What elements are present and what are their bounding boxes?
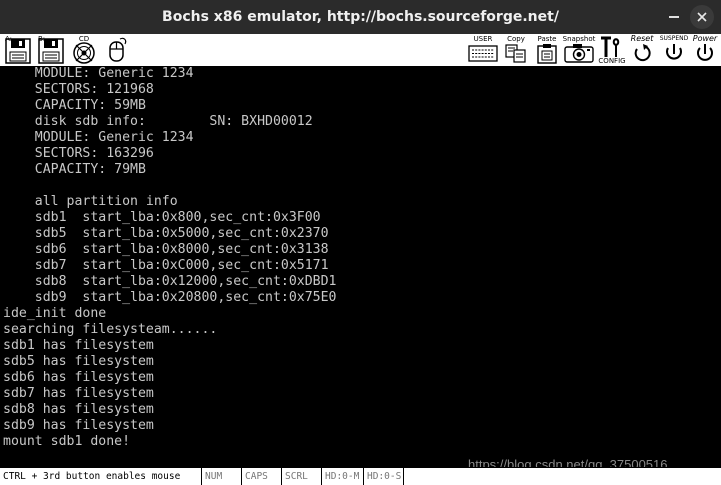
floppy-a-label: A: bbox=[5, 35, 13, 43]
close-button[interactable] bbox=[690, 5, 714, 29]
console-output: MODULE: Generic 1234 SECTORS: 121968 CAP… bbox=[3, 67, 336, 450]
console-line: sdb8 start_lba:0x12000,sec_cnt:0xDBD1 bbox=[3, 274, 337, 289]
paste-icon bbox=[537, 44, 557, 64]
copy-button[interactable]: Copy bbox=[502, 35, 530, 65]
console-line: sdb6 has filesystem bbox=[3, 370, 154, 385]
close-icon bbox=[697, 12, 707, 22]
console-line: CAPACITY: 59MB bbox=[3, 98, 146, 113]
emulator-screen[interactable]: MODULE: Generic 1234 SECTORS: 121968 CAP… bbox=[0, 67, 721, 467]
mouse-hint: CTRL + 3rd button enables mouse bbox=[0, 468, 202, 485]
user-button[interactable]: USER bbox=[467, 35, 499, 65]
console-line: disk sdb info: SN: BXHD00012 bbox=[3, 114, 313, 129]
console-line: CAPACITY: 79MB bbox=[3, 162, 146, 177]
console-line: mount sdb1 done! bbox=[3, 434, 131, 449]
hd0-master-indicator: HD:0-M bbox=[322, 468, 364, 485]
reset-icon bbox=[634, 44, 651, 62]
console-line: sdb1 has filesystem bbox=[3, 338, 154, 353]
power-button[interactable]: Power bbox=[690, 35, 720, 65]
console-line: MODULE: Generic 1234 bbox=[3, 130, 194, 145]
power-icon bbox=[697, 44, 713, 61]
console-line: sdb9 start_lba:0x20800,sec_cnt:0x75E0 bbox=[3, 290, 337, 305]
console-line: SECTORS: 163296 bbox=[3, 146, 154, 161]
reset-button[interactable]: Reset bbox=[627, 35, 657, 65]
minimize-icon bbox=[669, 16, 679, 18]
window-title: Bochs x86 emulator, http://bochs.sourcef… bbox=[162, 9, 559, 25]
watermark: https://blog.csdn.net/qq_37500516 bbox=[468, 457, 668, 467]
console-line: SECTORS: 121968 bbox=[3, 82, 154, 97]
mouse-button[interactable] bbox=[102, 35, 132, 65]
floppy-b-button[interactable]: B: bbox=[36, 35, 66, 65]
console-line: MODULE: Generic 1234 bbox=[3, 67, 194, 81]
console-line: sdb5 start_lba:0x5000,sec_cnt:0x2370 bbox=[3, 226, 329, 241]
suspend-button[interactable]: SUSPEND bbox=[657, 35, 691, 65]
caps-lock-indicator: CAPS bbox=[242, 468, 282, 485]
cdrom-label: CD bbox=[78, 35, 90, 43]
console-line: ide_init done bbox=[3, 306, 107, 321]
minimize-button[interactable] bbox=[662, 5, 686, 29]
num-lock-indicator: NUM bbox=[202, 468, 242, 485]
hd0-slave-indicator: HD:0-S bbox=[364, 468, 404, 485]
console-line: sdb1 start_lba:0x800,sec_cnt:0x3F00 bbox=[3, 210, 321, 225]
floppy-a-button[interactable]: A: bbox=[3, 35, 33, 65]
mouse-icon bbox=[109, 37, 127, 62]
status-bar: CTRL + 3rd button enables mouse NUM CAPS… bbox=[0, 467, 721, 485]
keyboard-icon bbox=[468, 45, 498, 62]
console-line: sdb9 has filesystem bbox=[3, 418, 154, 433]
console-line: searching filesysteam...... bbox=[3, 322, 218, 337]
cdrom-button[interactable]: CD bbox=[69, 35, 99, 65]
scroll-lock-indicator: SCRL bbox=[282, 468, 322, 485]
config-label: CONFIG bbox=[598, 57, 626, 65]
console-line: sdb8 has filesystem bbox=[3, 402, 154, 417]
console-line: sdb7 start_lba:0xC000,sec_cnt:0x5171 bbox=[3, 258, 329, 273]
copy-icon bbox=[505, 44, 526, 63]
console-line: sdb6 start_lba:0x8000,sec_cnt:0x3138 bbox=[3, 242, 329, 257]
bochs-toolbar: A: B: CD USER Copy Paste Snapshot CONFIG… bbox=[0, 34, 721, 67]
console-line: sdb7 has filesystem bbox=[3, 386, 154, 401]
paste-button[interactable]: Paste bbox=[533, 35, 561, 65]
snapshot-button[interactable]: Snapshot bbox=[562, 35, 596, 65]
suspend-icon bbox=[666, 44, 682, 60]
console-line: all partition info bbox=[3, 194, 178, 209]
console-line: sdb5 has filesystem bbox=[3, 354, 154, 369]
window-titlebar: Bochs x86 emulator, http://bochs.sourcef… bbox=[0, 0, 721, 34]
camera-icon bbox=[564, 44, 594, 63]
config-button[interactable]: CONFIG bbox=[597, 35, 627, 65]
floppy-b-label: B: bbox=[38, 35, 46, 43]
